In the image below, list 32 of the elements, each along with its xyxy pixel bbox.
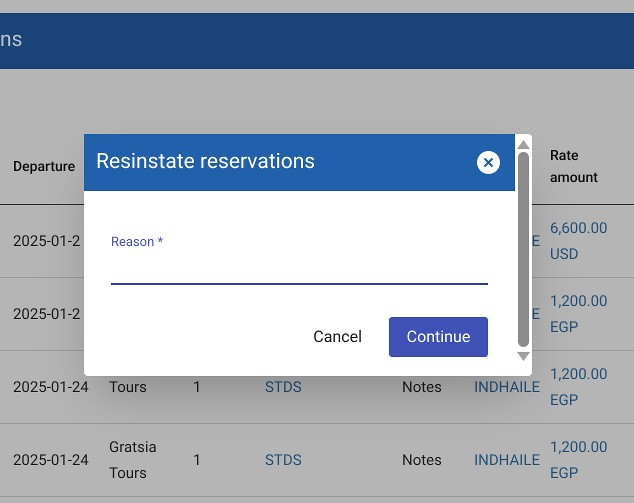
table-link[interactable]: 1,200.00 EGP	[550, 361, 616, 413]
column-header[interactable]: Departure	[13, 156, 73, 178]
dialog-title: Resinstate reservations	[96, 148, 316, 176]
table-cell-text: Gratsia Tours	[109, 437, 158, 484]
table-cell-text: 2025-01-24	[13, 450, 89, 471]
table-link[interactable]: STDS	[265, 374, 302, 400]
table-link[interactable]: E	[531, 228, 540, 254]
field-label: Reason *	[111, 234, 164, 252]
table-link[interactable]: INDHAILE	[474, 447, 540, 473]
page-title: ns	[0, 27, 22, 54]
table-link[interactable]: 1,200.00 EGP	[550, 288, 616, 340]
table-link[interactable]: INDHAILE	[474, 374, 540, 400]
scroll-down-icon[interactable]	[517, 352, 530, 361]
table-cell-text: 2025-01-2	[13, 304, 80, 325]
scroll-up-icon[interactable]	[517, 140, 530, 149]
reason-field[interactable]: Reason *	[111, 233, 488, 285]
continue-button[interactable]: Continue	[389, 317, 488, 357]
table-link[interactable]: STDS	[265, 447, 302, 473]
cancel-button[interactable]: Cancel	[309, 317, 366, 357]
table-cell-text: 1	[193, 377, 202, 398]
column-header[interactable]: Rate amount	[550, 145, 610, 189]
close-icon[interactable]	[477, 151, 500, 174]
table-cell-text: 2025-01-2	[13, 231, 80, 252]
table-link[interactable]: 6,600.00 USD	[550, 215, 616, 267]
table-link[interactable]: E	[531, 301, 540, 327]
table-cell-text: Notes	[402, 377, 442, 398]
table-link[interactable]: 1,200.00 EGP	[550, 434, 616, 486]
table-cell-text: Tours	[109, 377, 148, 398]
table-cell-text: Notes	[402, 450, 442, 471]
table-cell-text: 1	[193, 450, 202, 471]
scroll-thumb[interactable]	[518, 152, 529, 347]
table-cell-text: 2025-01-24	[13, 377, 89, 398]
